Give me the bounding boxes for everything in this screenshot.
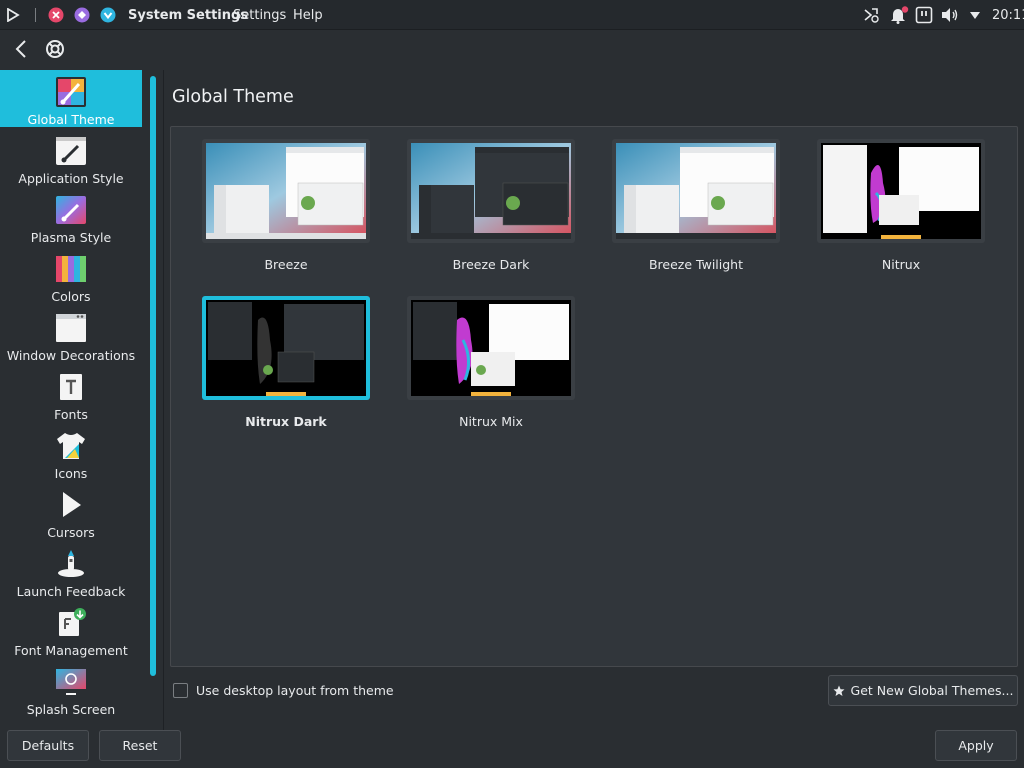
global-theme-icon: [55, 76, 87, 108]
sidebar-item-label: Application Style: [18, 171, 124, 186]
sidebar-item-label: Splash Screen: [26, 702, 116, 717]
sidebar-scrollbar[interactable]: [150, 76, 156, 676]
get-new-themes-button[interactable]: Get New Global Themes...: [828, 675, 1018, 706]
theme-preview: [407, 296, 575, 400]
splash-screen-icon: [55, 666, 87, 698]
theme-label: Breeze Twilight: [648, 257, 743, 272]
application-style-icon: [55, 135, 87, 167]
menu-settings[interactable]: Settings: [233, 0, 286, 30]
sidebar-item-launch-feedback[interactable]: Launch Feedback: [0, 542, 142, 599]
sidebar-item-label: Launch Feedback: [16, 584, 126, 599]
menu-help[interactable]: Help: [293, 0, 323, 30]
sidebar-item-application-style[interactable]: Application Style: [0, 129, 142, 186]
divider: [163, 70, 164, 730]
font-management-icon: [55, 607, 87, 639]
clock[interactable]: 20:11: [992, 0, 1024, 30]
sidebar-item-icons[interactable]: Icons: [0, 424, 142, 481]
theme-preview: [407, 139, 575, 243]
back-arrow-icon[interactable]: [13, 39, 29, 62]
sidebar-item-label: Global Theme: [27, 112, 115, 127]
maximize-window-icon[interactable]: [100, 0, 116, 30]
cursors-icon: [55, 489, 87, 521]
theme-grid: Breeze Breeze Dark Breeze Twilight Nitru…: [170, 126, 1018, 667]
sidebar-item-label: Font Management: [14, 643, 128, 658]
sidebar-item-label: Window Decorations: [6, 348, 136, 363]
sidebar-item-global-theme[interactable]: Global Theme: [0, 70, 142, 127]
sidebar-item-label: Colors: [51, 289, 91, 304]
theme-label: Nitrux Dark: [245, 414, 327, 429]
sidebar-item-label: Plasma Style: [30, 230, 112, 245]
sidebar-item-label: Cursors: [47, 525, 95, 540]
desktop-layout-checkbox-label[interactable]: Use desktop layout from theme: [196, 683, 394, 698]
colors-icon: [55, 253, 87, 285]
sidebar-item-label: Fonts: [54, 407, 88, 422]
launch-feedback-icon: [55, 548, 87, 580]
sidebar-item-window-decorations[interactable]: Window Decorations: [0, 306, 142, 363]
sidebar-item-cursors[interactable]: Cursors: [0, 483, 142, 540]
sidebar: Global Theme Application Style Plasma St…: [0, 70, 143, 730]
sidebar-item-fonts[interactable]: Fonts: [0, 365, 142, 422]
theme-preview: [202, 139, 370, 243]
notifications-icon[interactable]: [889, 0, 909, 30]
theme-preview: [202, 296, 370, 400]
get-new-themes-label: Get New Global Themes...: [850, 683, 1014, 698]
sidebar-item-splash-screen[interactable]: Splash Screen: [0, 660, 142, 717]
separator: [35, 0, 36, 30]
minimize-window-icon[interactable]: [74, 0, 90, 30]
app-title: System Settings: [128, 7, 249, 23]
sidebar-item-colors[interactable]: Colors: [0, 247, 142, 304]
icons-icon: [55, 430, 87, 462]
sidebar-item-plasma-style[interactable]: Plasma Style: [0, 188, 142, 245]
theme-label: Nitrux: [881, 257, 921, 272]
plasma-style-icon: [55, 194, 87, 226]
reset-button[interactable]: Reset: [99, 730, 181, 761]
tray-expander-icon[interactable]: [969, 0, 981, 30]
page-title: Global Theme: [172, 87, 294, 107]
toolbar: [0, 30, 1024, 68]
network-tray-icon[interactable]: [862, 0, 880, 30]
desktop-layout-checkbox[interactable]: [173, 683, 188, 698]
top-panel: System Settings Settings Help 20:11: [0, 0, 1024, 30]
sidebar-item-font-management[interactable]: Font Management: [0, 601, 142, 658]
star-icon: [833, 685, 845, 696]
theme-label: Nitrux Mix: [459, 414, 523, 429]
fonts-icon: [55, 371, 87, 403]
close-window-icon[interactable]: [48, 0, 64, 30]
volume-icon[interactable]: [940, 0, 960, 30]
play-icon[interactable]: [6, 0, 20, 30]
defaults-button[interactable]: Defaults: [7, 730, 89, 761]
window-decorations-icon: [55, 312, 87, 344]
apply-button[interactable]: Apply: [935, 730, 1017, 761]
theme-label: Breeze Dark: [452, 257, 530, 272]
twitch-tray-icon[interactable]: [915, 0, 933, 30]
theme-label: Breeze: [264, 257, 308, 272]
theme-preview: [612, 139, 780, 243]
help-lifebuoy-icon[interactable]: [45, 39, 65, 62]
sidebar-item-label: Icons: [54, 466, 88, 481]
theme-preview: [817, 139, 985, 243]
